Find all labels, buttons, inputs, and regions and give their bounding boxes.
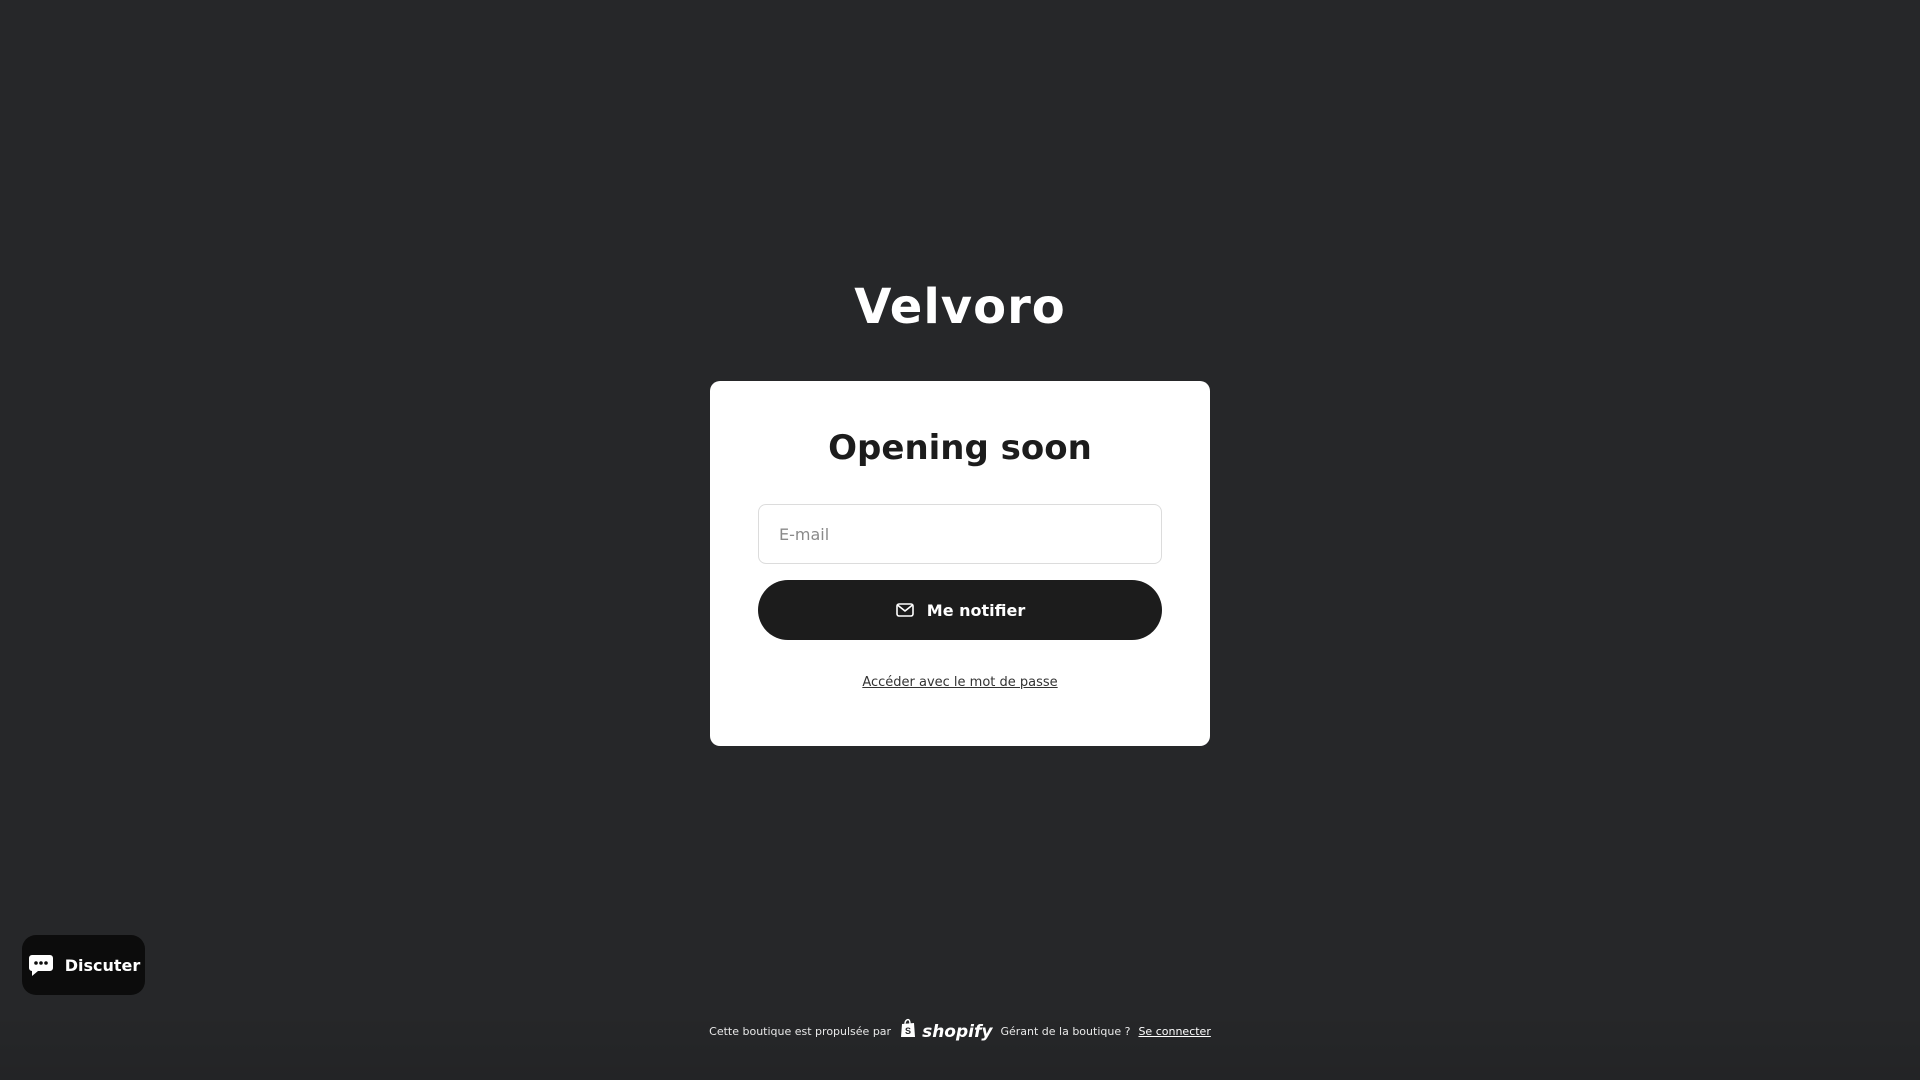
svg-text:S: S	[905, 1026, 911, 1036]
card-heading: Opening soon	[828, 428, 1092, 468]
chat-button-label: Discuter	[64, 955, 141, 975]
notify-button[interactable]: Me notifier	[758, 580, 1162, 640]
shopify-logo[interactable]: S shopify	[899, 1018, 992, 1045]
chat-bubble-icon	[27, 951, 55, 979]
shopify-bag-icon: S	[899, 1018, 917, 1045]
powered-by-text: Cette boutique est propulsée par	[709, 1024, 892, 1038]
password-access-link[interactable]: Accéder avec le mot de passe	[710, 675, 1210, 690]
notify-button-label: Me notifier	[926, 600, 1026, 620]
store-title: Velvoro	[854, 279, 1066, 335]
email-field[interactable]	[758, 504, 1162, 564]
mail-icon	[895, 600, 915, 620]
footer: Cette boutique est propulsée par S shopi…	[0, 1018, 1920, 1045]
shopify-wordmark: shopify	[922, 1021, 993, 1042]
login-link[interactable]: Se connecter	[1138, 1022, 1210, 1042]
newsletter-card: Opening soon Me notifier Accéder avec le…	[710, 381, 1210, 746]
chat-button[interactable]: Discuter	[22, 935, 145, 995]
password-page: Velvoro Opening soon Me notifier Accéder…	[0, 0, 1920, 1080]
owner-question-text: Gérant de la boutique ?	[1000, 1024, 1131, 1038]
